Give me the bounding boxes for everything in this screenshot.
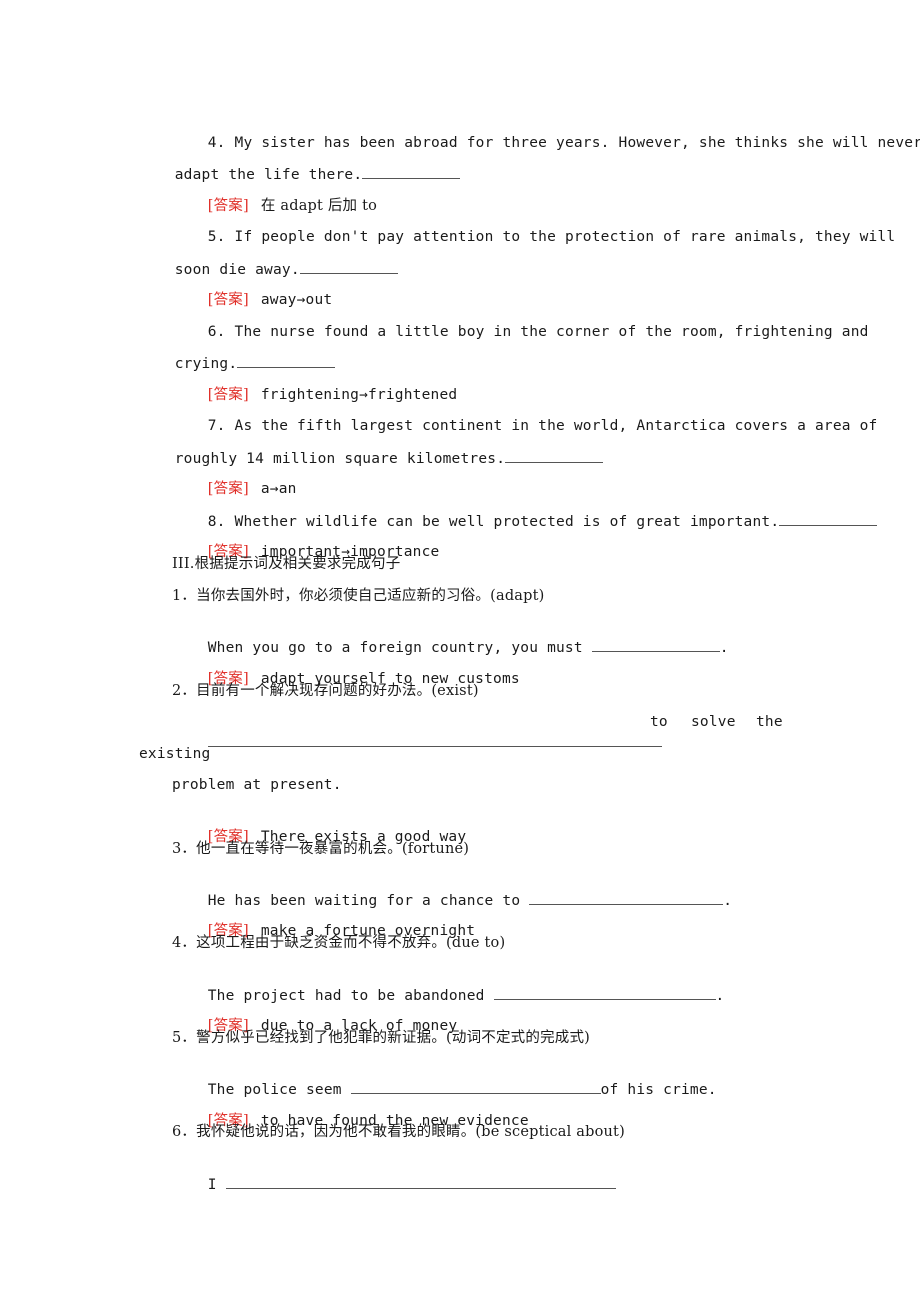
s3-sentence-2-line-1 <box>172 712 662 773</box>
s3-sentence-2-word-solve: solve <box>691 714 736 730</box>
sentence-text: of his crime. <box>600 1082 717 1098</box>
answer-blank <box>591 637 720 652</box>
section-3-heading: III.根据提示词及相关要求完成句子 <box>172 556 401 572</box>
s3-sentence-2-line-3: problem at present. <box>172 777 342 793</box>
answer-blank <box>207 732 662 747</box>
s3-prompt-5: 5．警方似乎已经找到了他犯罪的新证据。(动词不定式的完成式) <box>172 1030 591 1046</box>
s3-prompt-6: 6．我怀疑他说的话，因为他不敢看我的眼睛。(be sceptical about… <box>172 1124 625 1140</box>
s3-sentence-6: I <box>172 1154 616 1215</box>
answer-blank <box>779 511 878 526</box>
sentence-text: . <box>719 640 729 656</box>
s3-sentence-2-word-to: to <box>650 714 668 730</box>
document-page: 4. My sister has been abroad for three y… <box>0 0 920 1302</box>
s3-prompt-2: 2．目前有一个解决现存问题的好办法。(exist) <box>172 683 479 699</box>
sentence-text: I <box>207 1177 217 1193</box>
s3-sentence-2-line-2: existing <box>139 746 211 762</box>
answer-blank <box>505 448 604 463</box>
s3-answer-5: [答案] to have found the new evidence <box>172 1091 529 1151</box>
s3-prompt-1: 1．当你去国外时，你必须使自己适应新的习俗。(adapt) <box>172 588 545 604</box>
s3-sentence-2-word-the: the <box>756 714 783 730</box>
s3-prompt-3: 3．他一直在等待一夜暴富的机会。(fortune) <box>172 841 470 857</box>
answer-blank <box>493 985 716 1000</box>
sentence-text: . <box>723 893 733 909</box>
s3-prompt-4: 4．这项工程由于缺乏资金而不得不放弃。(due to) <box>172 935 506 951</box>
answer-blank <box>529 890 724 905</box>
answer-blank <box>225 1174 616 1189</box>
sentence-text: . <box>715 988 725 1004</box>
